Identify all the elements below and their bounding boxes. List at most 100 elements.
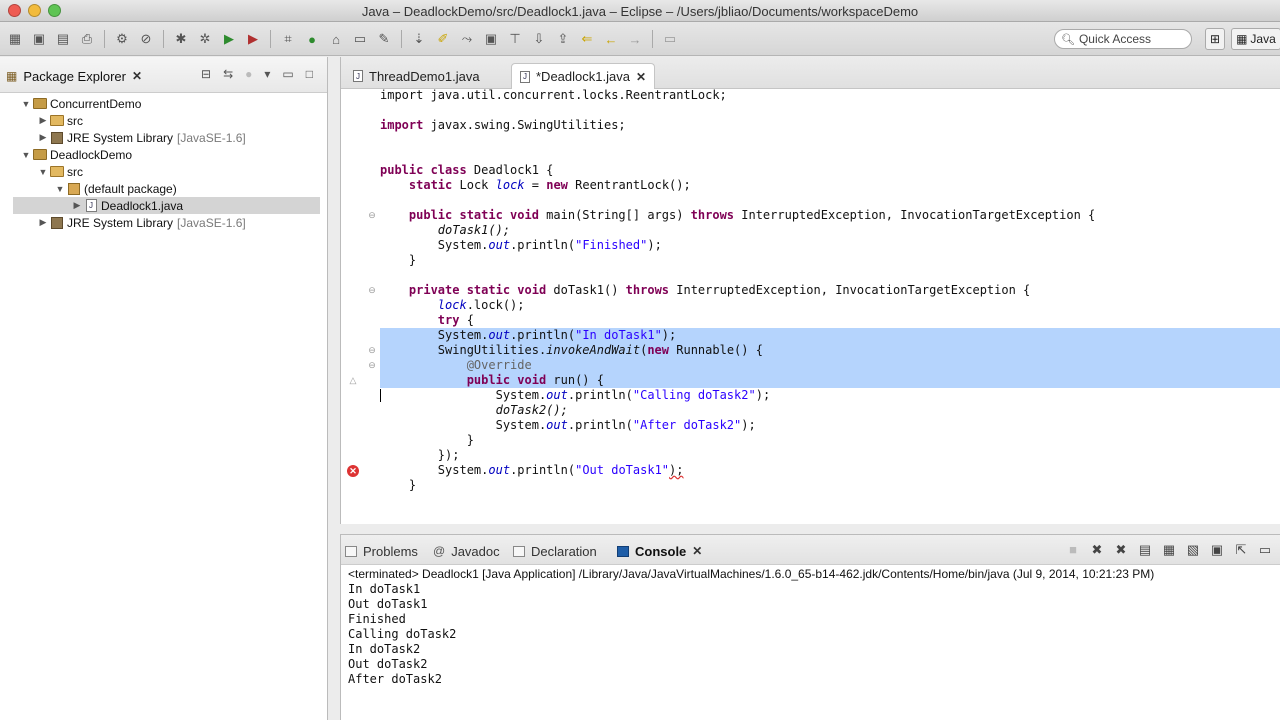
show-whitespace-icon[interactable]: ▣ — [482, 30, 500, 48]
save-all-icon[interactable]: ▤ — [54, 30, 72, 48]
tab-console[interactable]: Console ✕ — [617, 540, 702, 562]
debug-icon[interactable]: ✲ — [196, 30, 214, 48]
collapsed-arrow-icon[interactable]: ▶ — [37, 115, 49, 126]
prev-edit-icon[interactable]: ⇪ — [554, 30, 572, 48]
save-icon[interactable]: ▣ — [30, 30, 48, 48]
console-output[interactable]: In doTask1 Out doTask1 Finished Calling … — [348, 582, 456, 687]
coverage-icon[interactable]: ▶ — [244, 30, 262, 48]
skip-breakpoints-icon[interactable]: ⊘ — [137, 30, 155, 48]
editor-tabbar: J ThreadDemo1.java J *Deadlock1.java ✕ — [341, 57, 1280, 89]
tab-package-explorer[interactable]: ▦ Package Explorer ✕ — [6, 65, 142, 87]
close-icon[interactable]: ✕ — [132, 69, 142, 83]
word-wrap-icon[interactable]: ▧ — [1186, 542, 1200, 558]
package-explorer-tools: ⊟ ⇆ ● ▾ ▭ □ — [201, 67, 313, 81]
link-with-editor-icon[interactable]: ⇆ — [223, 67, 233, 81]
error-marker-icon[interactable]: ✕ — [347, 465, 359, 477]
toggle-block-icon[interactable]: ⤳ — [458, 30, 476, 48]
search-icon: 🔍︎ — [1061, 33, 1075, 46]
quick-access-field[interactable]: 🔍︎ Quick Access — [1054, 29, 1192, 49]
history-back-icon[interactable]: ← — [602, 30, 620, 48]
external-tools-icon[interactable]: ✱ — [172, 30, 190, 48]
open-type-icon[interactable]: ⌂ — [327, 30, 345, 48]
console-line: After doTask2 — [348, 672, 442, 686]
tab-label: Console — [635, 543, 687, 559]
tree-item-src[interactable]: ▶ src — [0, 112, 327, 129]
tab-javadoc[interactable]: @ Javadoc — [433, 540, 500, 562]
fold-collapse-icon[interactable]: ⊖ — [367, 360, 377, 371]
pin-console-icon[interactable]: ⇱ — [1234, 542, 1248, 558]
code-line: doTask2(); — [495, 403, 568, 417]
editor-area: J ThreadDemo1.java J *Deadlock1.java ✕ ⊖… — [340, 57, 1280, 524]
expanded-arrow-icon[interactable]: ▼ — [37, 167, 49, 177]
expanded-arrow-icon[interactable]: ▼ — [20, 150, 32, 160]
forward-icon[interactable]: → — [626, 30, 644, 48]
tab-problems[interactable]: Problems — [345, 540, 418, 562]
window-title: Java – DeadlockDemo/src/Deadlock1.java –… — [361, 4, 919, 19]
show-on-output-icon[interactable]: ▣ — [1210, 542, 1224, 558]
code-editor[interactable]: ⊖ ⊖ ⊖ ⊖ △ ✕ import java.util.concurrent.… — [341, 89, 1280, 524]
library-icon — [49, 131, 65, 144]
search-icon[interactable]: ✎ — [375, 30, 393, 48]
mark-occurrences-icon[interactable]: ✐ — [434, 30, 452, 48]
open-task-icon[interactable]: ▭ — [351, 30, 369, 48]
collapse-all-icon[interactable]: ⊟ — [201, 67, 211, 81]
tree-item-label: JRE System Library — [67, 130, 174, 145]
code-line-selected: @Override — [380, 358, 1280, 373]
build-icon[interactable]: ⚙ — [113, 30, 131, 48]
tree-item-deadlockdemo[interactable]: ▼ DeadlockDemo — [0, 146, 327, 163]
minimize-icon[interactable]: ▭ — [661, 30, 679, 48]
override-marker-icon[interactable]: △ — [347, 375, 359, 386]
console-icon — [617, 545, 629, 557]
collapsed-arrow-icon[interactable]: ▶ — [37, 132, 49, 143]
minimize-view-icon[interactable]: ▭ — [282, 67, 293, 81]
tab-declaration[interactable]: Declaration — [513, 540, 597, 562]
maximize-view-icon[interactable]: □ — [306, 67, 313, 81]
java-perspective-button[interactable]: ▦ Java — [1231, 28, 1280, 50]
view-menu-icon[interactable]: ▾ — [264, 67, 270, 81]
pin-editor-icon[interactable]: ⊤ — [506, 30, 524, 48]
next-annotation-icon[interactable]: ⇣ — [410, 30, 428, 48]
tree-item-label: (default package) — [84, 181, 177, 196]
new-icon[interactable]: ▦ — [6, 30, 24, 48]
back-icon[interactable]: ⇐ — [578, 30, 596, 48]
tree-item-jre-library[interactable]: ▶ JRE System Library [JavaSE-1.6] — [0, 214, 327, 231]
open-perspective-button[interactable]: ⊞ — [1205, 28, 1226, 50]
fold-collapse-icon[interactable]: ⊖ — [367, 285, 377, 296]
tree-item-suffix: [JavaSE-1.6] — [177, 215, 246, 230]
remove-all-launches-icon[interactable]: ✖ — [1114, 542, 1128, 558]
code-line: lock.lock(); — [437, 298, 525, 312]
collapsed-arrow-icon[interactable]: ▶ — [71, 200, 83, 211]
tree-item-label: src — [67, 113, 83, 128]
tree-item-concurrentdemo[interactable]: ▼ ConcurrentDemo — [0, 95, 327, 112]
fold-collapse-icon[interactable]: ⊖ — [367, 345, 377, 356]
terminate-icon[interactable]: ■ — [1066, 542, 1080, 558]
tab-threaddemo1[interactable]: J ThreadDemo1.java — [345, 63, 488, 89]
scroll-lock-icon[interactable]: ▦ — [1162, 542, 1176, 558]
perspective-label: Java — [1250, 32, 1276, 46]
print-icon[interactable]: ⎙ — [78, 30, 96, 48]
tab-deadlock1[interactable]: J *Deadlock1.java ✕ — [511, 63, 656, 89]
run-icon[interactable]: ▶ — [220, 30, 238, 48]
console-line: Finished — [348, 612, 406, 626]
remove-launch-icon[interactable]: ✖ — [1090, 542, 1104, 558]
close-icon[interactable]: ✕ — [692, 544, 702, 558]
next-edit-icon[interactable]: ⇩ — [530, 30, 548, 48]
new-java-project-icon[interactable]: ⌗ — [279, 30, 297, 48]
tree-item-deadlock1-java[interactable]: ▶ J Deadlock1.java — [13, 197, 320, 214]
focus-task-icon[interactable]: ● — [245, 67, 252, 81]
collapsed-arrow-icon[interactable]: ▶ — [37, 217, 49, 228]
console-status-line: <terminated> Deadlock1 [Java Application… — [348, 567, 1155, 581]
close-icon[interactable]: ✕ — [636, 70, 646, 84]
new-class-icon[interactable]: ● — [303, 30, 321, 48]
tree-item-default-package[interactable]: ▼ (default package) — [0, 180, 327, 197]
display-console-icon[interactable]: ▭ — [1258, 542, 1272, 558]
clear-console-icon[interactable]: ▤ — [1138, 542, 1152, 558]
tree-item-src[interactable]: ▼ src — [0, 163, 327, 180]
expanded-arrow-icon[interactable]: ▼ — [20, 99, 32, 109]
fold-collapse-icon[interactable]: ⊖ — [367, 210, 377, 221]
expanded-arrow-icon[interactable]: ▼ — [54, 184, 66, 194]
tree-item-label: src — [67, 164, 83, 179]
tree-item-jre-library[interactable]: ▶ JRE System Library [JavaSE-1.6] — [0, 129, 327, 146]
